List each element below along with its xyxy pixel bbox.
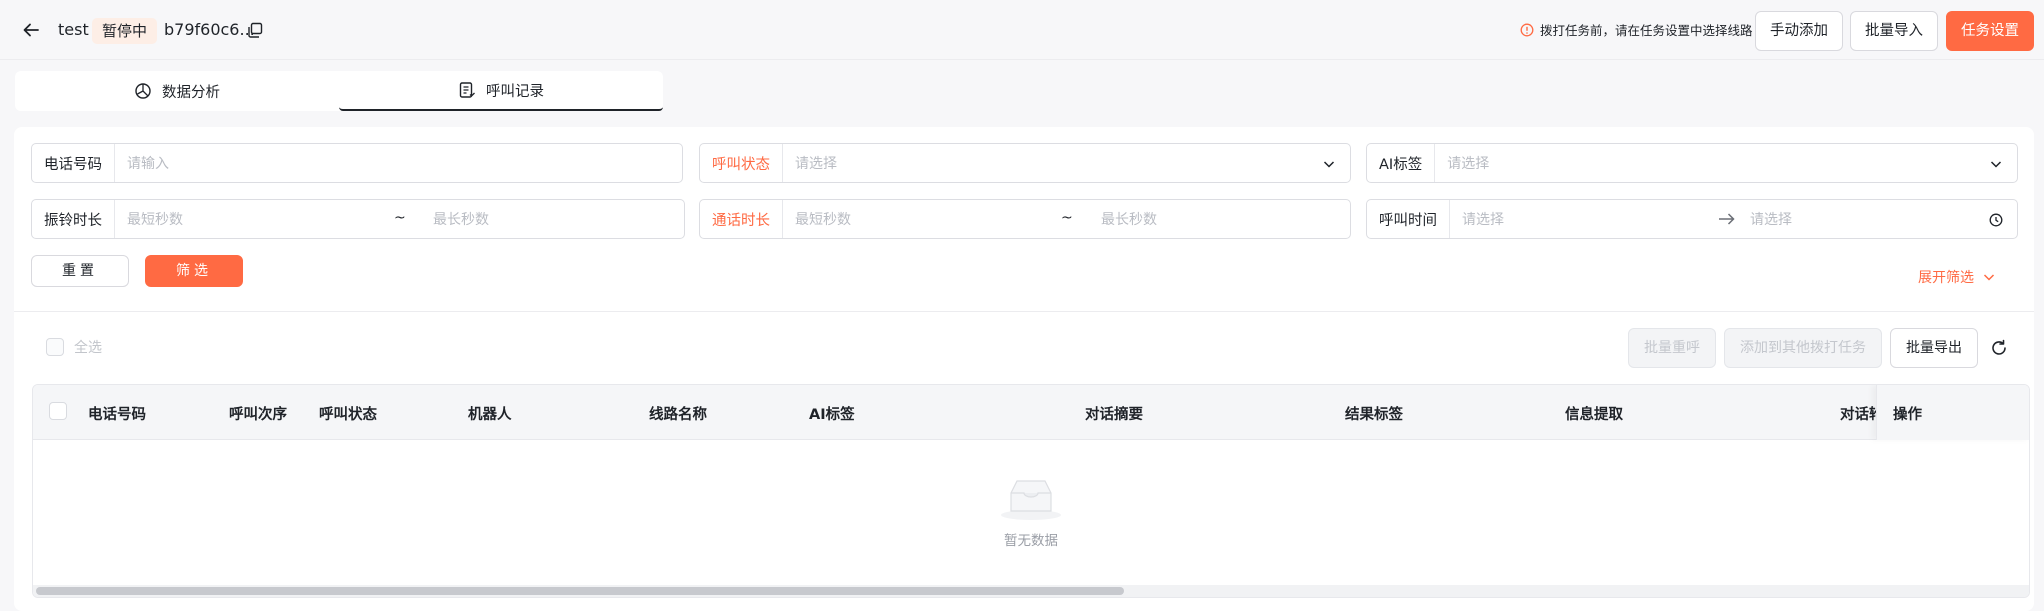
phone-filter[interactable]: 电话号码 请输入: [31, 143, 683, 183]
task-id: b79f60c6...: [164, 20, 255, 39]
call-time-range-picker[interactable]: 呼叫时间 请选择 请选择: [1366, 199, 2018, 239]
back-arrow-icon[interactable]: [20, 19, 42, 41]
range-separator: ~: [1061, 210, 1073, 226]
empty-box-icon: [1001, 479, 1061, 520]
chart-pie-icon: [135, 83, 151, 99]
ai-tag-select[interactable]: AI标签 请选择: [1366, 143, 2018, 183]
chevron-down-icon: [1983, 274, 1995, 281]
call-time-label: 呼叫时间: [1367, 200, 1450, 238]
select-all[interactable]: 全选: [46, 337, 102, 357]
talk-max-input[interactable]: 最长秒数: [1059, 209, 1157, 229]
ring-min-input[interactable]: 最短秒数: [115, 209, 391, 229]
column-header[interactable]: 机器人: [468, 403, 512, 424]
select-all-label: 全选: [74, 340, 102, 356]
action-column-header: 操作: [1876, 385, 2029, 440]
status-badge: 暂停中: [92, 18, 158, 44]
column-header[interactable]: 呼叫次序: [229, 403, 287, 424]
record-list-icon: [459, 82, 475, 98]
call-records-table: 电话号码 呼叫次序 呼叫状态 机器人 线路名称 AI标签 对话摘要 结果标签 信…: [32, 384, 2030, 598]
task-name: test: [58, 20, 89, 39]
horizontal-scrollbar[interactable]: [33, 585, 2029, 597]
ring-duration-label: 振铃时长: [32, 200, 115, 238]
tab-label: 呼叫记录: [486, 83, 544, 100]
expand-filters-label: 展开筛选: [1918, 270, 1974, 286]
column-header[interactable]: 信息提取: [1565, 403, 1623, 424]
tab-label: 数据分析: [162, 84, 220, 101]
arrow-right-icon: [1719, 213, 1735, 225]
phone-input[interactable]: 请输入: [115, 153, 169, 173]
ai-tag-placeholder: 请选择: [1447, 156, 1490, 172]
task-settings-button[interactable]: 任务设置: [1946, 11, 2034, 51]
info-circle-icon: [1520, 23, 1534, 37]
refresh-icon[interactable]: [1990, 339, 2008, 357]
call-status-select[interactable]: 呼叫状态 请选择: [699, 143, 1351, 183]
column-header[interactable]: 结果标签: [1345, 403, 1403, 424]
divider: [14, 311, 2034, 312]
route-tip: 拨打任务前，请在任务设置中选择线路: [1520, 20, 1753, 39]
table-header: 电话号码 呼叫次序 呼叫状态 机器人 线路名称 AI标签 对话摘要 结果标签 信…: [33, 385, 2029, 440]
tab-bar: 数据分析 呼叫记录: [15, 71, 663, 111]
column-header[interactable]: 线路名称: [649, 403, 707, 424]
header-checkbox[interactable]: [49, 402, 67, 420]
call-status-label: 呼叫状态: [700, 144, 783, 182]
empty-state: 暂无数据: [33, 440, 2029, 585]
page-header: test 暂停中 b79f60c6... 拨打任务前，请在任务设置中选择线路 手…: [0, 0, 2044, 60]
column-header[interactable]: 对话摘要: [1085, 403, 1143, 424]
batch-import-button[interactable]: 批量导入: [1850, 11, 1938, 51]
talk-duration-filter: 通话时长 最短秒数 最长秒数: [699, 199, 1351, 239]
call-records-panel: 电话号码 请输入 呼叫状态 请选择 AI标签 请选择 振铃时长 最短秒数 最长秒…: [14, 127, 2034, 611]
call-time-end[interactable]: 请选择: [1736, 209, 1792, 229]
talk-min-input[interactable]: 最短秒数: [783, 209, 1059, 229]
chevron-down-icon: [1323, 161, 1335, 168]
range-separator: ~: [394, 210, 406, 226]
ai-tag-label: AI标签: [1367, 144, 1436, 182]
call-status-placeholder: 请选择: [795, 156, 837, 172]
clock-icon: [1989, 213, 2003, 227]
column-header: 操作: [1893, 407, 1922, 423]
batch-recall-button[interactable]: 批量重呼: [1628, 328, 1716, 368]
column-header[interactable]: 呼叫状态: [319, 403, 377, 424]
call-time-start[interactable]: 请选择: [1450, 209, 1710, 229]
column-header[interactable]: 电话号码: [88, 403, 146, 424]
chevron-down-icon: [1990, 161, 2002, 168]
column-header[interactable]: AI标签: [809, 403, 855, 424]
phone-filter-label: 电话号码: [32, 144, 115, 182]
scrollbar-thumb[interactable]: [36, 587, 1124, 595]
copy-icon[interactable]: [247, 22, 263, 38]
filter-button[interactable]: 筛选: [145, 255, 243, 287]
reset-button[interactable]: 重置: [31, 255, 129, 287]
tab-data-analysis[interactable]: 数据分析: [15, 71, 339, 111]
tip-text: 拨打任务前，请在任务设置中选择线路: [1540, 23, 1753, 38]
manual-add-button[interactable]: 手动添加: [1755, 11, 1843, 51]
expand-filters-link[interactable]: 展开筛选: [1918, 267, 1996, 287]
tab-call-records[interactable]: 呼叫记录: [339, 71, 663, 111]
select-all-checkbox[interactable]: [46, 338, 64, 356]
empty-text: 暂无数据: [1004, 532, 1058, 549]
talk-duration-label: 通话时长: [700, 200, 783, 238]
batch-export-button[interactable]: 批量导出: [1890, 328, 1978, 368]
add-to-other-task-button[interactable]: 添加到其他拨打任务: [1724, 328, 1882, 368]
ring-duration-filter: 振铃时长 最短秒数 最长秒数: [31, 199, 685, 239]
